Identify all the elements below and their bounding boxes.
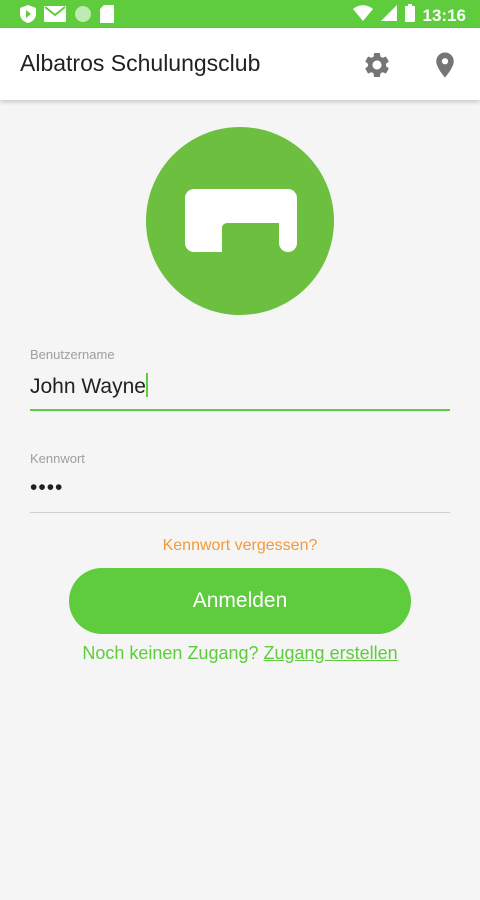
password-input[interactable]: •••• [30, 476, 63, 500]
location-pin-icon [436, 52, 454, 78]
notification-icons [20, 5, 114, 28]
signal-icon [380, 5, 397, 26]
password-label: Kennwort [30, 451, 85, 466]
location-button[interactable] [430, 50, 460, 80]
app-bar: Albatros Schulungsclub [0, 28, 480, 100]
register-prompt-text: Noch keinen Zugang? [82, 643, 259, 663]
club-logo [146, 127, 334, 315]
wifi-icon [352, 5, 373, 26]
status-bar: 13:16 [0, 0, 480, 28]
sd-card-icon [100, 5, 114, 28]
page-title: Albatros Schulungsclub [20, 50, 261, 76]
register-prompt: Noch keinen Zugang? Zugang erstellen [0, 643, 480, 664]
username-value: John Wayne [30, 375, 146, 398]
shield-play-icon [20, 5, 36, 28]
albatros-logo-icon [185, 189, 297, 252]
circle-icon [74, 5, 92, 28]
settings-button[interactable] [362, 50, 392, 80]
clock: 13:16 [422, 5, 466, 25]
battery-icon [404, 4, 415, 27]
forgot-password-link[interactable]: Kennwort vergessen? [0, 537, 480, 555]
register-link[interactable]: Zugang erstellen [264, 643, 398, 663]
gear-icon [365, 53, 389, 77]
username-input[interactable]: John Wayne [30, 373, 148, 399]
system-icons: 13:16 [352, 4, 466, 27]
username-underline [30, 409, 450, 411]
text-cursor [145, 373, 148, 397]
password-underline [30, 512, 450, 513]
login-button[interactable]: Anmelden [69, 568, 411, 634]
mail-icon [44, 6, 66, 27]
username-label: Benutzername [30, 347, 115, 362]
